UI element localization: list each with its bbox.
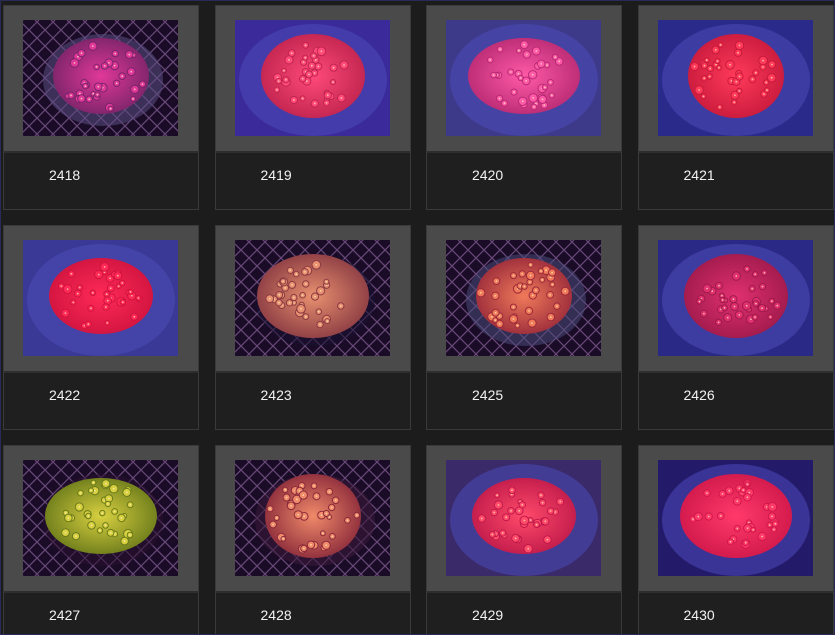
gallery-frame: 2418 2419 2420 2421 2422 2423 2425 2426 2427 2428…	[0, 0, 835, 635]
item-number-label[interactable]: 2423	[261, 387, 292, 403]
gallery-card[interactable]: 2426	[637, 225, 834, 430]
thumbnail-frame	[427, 6, 621, 153]
gallery-card[interactable]: 2425	[426, 225, 622, 430]
gallery-card[interactable]: 2429	[426, 445, 622, 634]
gallery-card[interactable]: 2427	[3, 445, 199, 634]
coral-photo[interactable]	[446, 460, 601, 576]
item-number-label[interactable]: 2430	[684, 607, 715, 623]
thumbnail-frame	[4, 6, 198, 153]
coral-photo[interactable]	[234, 460, 390, 576]
item-number-label[interactable]: 2425	[472, 387, 503, 403]
item-number-label[interactable]: 2422	[49, 387, 80, 403]
thumbnail-frame	[638, 6, 833, 153]
gallery-card[interactable]: 2422	[3, 225, 199, 430]
coral-photo[interactable]	[234, 20, 390, 136]
item-number-label[interactable]: 2418	[49, 167, 80, 183]
caption-area: 2425	[427, 373, 621, 429]
thumbnail-frame	[427, 446, 621, 593]
coral-photo[interactable]	[657, 240, 813, 356]
thumbnail-frame	[215, 446, 410, 593]
thumbnail-frame	[638, 446, 833, 593]
item-number-label[interactable]: 2420	[472, 167, 503, 183]
caption-area: 2429	[427, 593, 621, 634]
thumbnail-frame	[638, 226, 833, 373]
caption-area: 2421	[638, 153, 833, 209]
caption-area: 2423	[215, 373, 410, 429]
coral-photo[interactable]	[234, 240, 390, 356]
item-number-label[interactable]: 2427	[49, 607, 80, 623]
thumbnail-frame	[427, 226, 621, 373]
caption-area: 2420	[427, 153, 621, 209]
coral-photo[interactable]	[23, 240, 178, 356]
item-number-label[interactable]: 2419	[261, 167, 292, 183]
caption-area: 2428	[215, 593, 410, 634]
caption-area: 2422	[4, 373, 198, 429]
thumbnail-frame	[215, 226, 410, 373]
caption-area: 2427	[4, 593, 198, 634]
gallery-card[interactable]: 2420	[426, 5, 622, 210]
caption-area: 2419	[215, 153, 410, 209]
coral-photo[interactable]	[23, 460, 178, 576]
item-number-label[interactable]: 2428	[261, 607, 292, 623]
gallery-card[interactable]: 2419	[214, 5, 411, 210]
gallery-card[interactable]: 2421	[637, 5, 834, 210]
gallery-card[interactable]: 2430	[637, 445, 834, 634]
photo-grid: 2418 2419 2420 2421 2422 2423 2425 2426 2427 2428…	[3, 5, 834, 634]
item-number-label[interactable]: 2426	[684, 387, 715, 403]
caption-area: 2418	[4, 153, 198, 209]
gallery-card[interactable]: 2423	[214, 225, 411, 430]
item-number-label[interactable]: 2429	[472, 607, 503, 623]
caption-area: 2426	[638, 373, 833, 429]
caption-area: 2430	[638, 593, 833, 634]
gallery-card[interactable]: 2428	[214, 445, 411, 634]
thumbnail-frame	[4, 226, 198, 373]
item-number-label[interactable]: 2421	[684, 167, 715, 183]
thumbnail-frame	[4, 446, 198, 593]
thumbnail-frame	[215, 6, 410, 153]
coral-photo[interactable]	[446, 240, 601, 356]
gallery-card[interactable]: 2418	[3, 5, 199, 210]
coral-photo[interactable]	[657, 460, 813, 576]
coral-photo[interactable]	[23, 20, 178, 136]
coral-photo[interactable]	[446, 20, 601, 136]
coral-photo[interactable]	[657, 20, 813, 136]
